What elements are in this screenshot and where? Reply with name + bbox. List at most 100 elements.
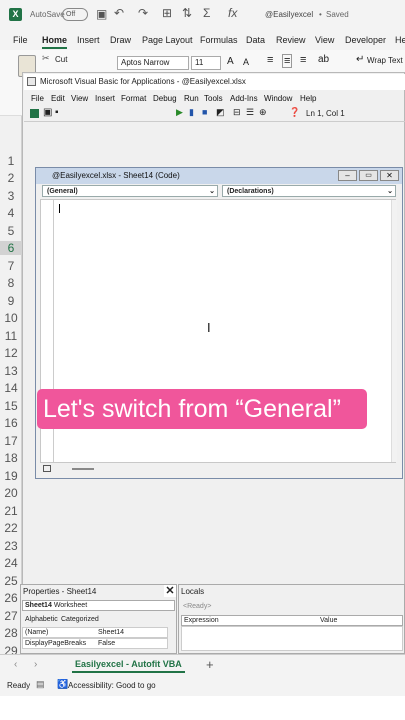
row-number[interactable]: 3	[0, 189, 22, 203]
wrap-text-label[interactable]: Wrap Text	[367, 56, 403, 65]
redo-icon[interactable]: ↷	[138, 6, 148, 20]
row-number[interactable]: 1	[0, 154, 22, 168]
decrease-font-icon[interactable]: A	[243, 57, 249, 67]
column-value[interactable]: Value	[320, 616, 337, 625]
undo-icon[interactable]: ↶	[114, 6, 124, 20]
cut-icon[interactable]: ✂	[42, 53, 50, 64]
property-row[interactable]: DisplayPageBreaks False	[22, 638, 168, 649]
vertical-scrollbar[interactable]	[391, 200, 397, 462]
menu-run[interactable]: Run	[184, 94, 199, 103]
row-number[interactable]: 28	[0, 626, 22, 640]
autosave-toggle[interactable]: Off	[62, 8, 88, 21]
accessibility-status[interactable]: Accessibility: Good to go	[68, 681, 156, 690]
object-dropdown[interactable]: (General) ⌄	[42, 185, 218, 197]
excel-view-icon[interactable]	[30, 109, 39, 118]
tab-draw[interactable]: Draw	[110, 35, 131, 45]
row-number[interactable]: 9	[0, 294, 22, 308]
help-icon[interactable]: ❓	[289, 107, 300, 118]
font-name-select[interactable]: Aptos Narrow	[117, 56, 189, 70]
row-number[interactable]: 26	[0, 591, 22, 605]
align-bottom-icon[interactable]: ≡	[300, 54, 306, 66]
close-button[interactable]: ✕	[380, 170, 399, 181]
menu-tools[interactable]: Tools	[204, 94, 223, 103]
minimize-button[interactable]: –	[338, 170, 357, 181]
view-toggle-icon[interactable]	[43, 465, 51, 472]
property-row[interactable]: (Name) Sheet14	[22, 627, 168, 638]
increase-font-icon[interactable]: A	[227, 56, 234, 67]
design-mode-icon[interactable]: ◩	[216, 107, 225, 118]
tab-developer[interactable]: Developer	[345, 35, 386, 45]
macro-record-icon[interactable]: ▤	[36, 679, 45, 690]
align-middle-icon[interactable]: ≡	[282, 54, 293, 68]
orientation-icon[interactable]: ab	[318, 54, 329, 65]
row-number[interactable]: 8	[0, 276, 22, 290]
procedure-dropdown[interactable]: (Declarations) ⌄	[222, 185, 396, 197]
project-explorer-icon[interactable]: ⊟	[233, 107, 241, 118]
cut-label[interactable]: Cut	[55, 55, 67, 64]
sum-icon[interactable]: Σ	[203, 6, 210, 20]
tab-file[interactable]: File	[13, 35, 28, 45]
row-number[interactable]: 27	[0, 609, 22, 623]
row-number[interactable]: 13	[0, 364, 22, 378]
row-number[interactable]: 10	[0, 311, 22, 325]
add-sheet-icon[interactable]: +	[206, 657, 214, 672]
tab-page-layout[interactable]: Page Layout	[142, 35, 193, 45]
wrap-text-icon[interactable]: ↵	[356, 54, 364, 65]
grid-icon[interactable]: ⊞	[162, 6, 172, 20]
font-size-select[interactable]: 11	[191, 56, 221, 70]
menu-edit[interactable]: Edit	[51, 94, 65, 103]
row-number[interactable]: 2	[0, 171, 22, 185]
tab-alphabetic[interactable]: Alphabetic	[25, 616, 58, 623]
menu-help[interactable]: Help	[300, 94, 316, 103]
object-browser-icon[interactable]: ⊕	[259, 107, 267, 118]
row-number[interactable]: 14	[0, 381, 22, 395]
sheet-tab-active[interactable]: Easilyexcel - Autofit VBA	[72, 659, 185, 673]
save-icon[interactable]: ▣	[96, 7, 107, 21]
properties-icon[interactable]: ☰	[246, 107, 254, 118]
menu-insert[interactable]: Insert	[95, 94, 115, 103]
sort-icon[interactable]: ⇅	[182, 6, 192, 20]
row-number[interactable]: 20	[0, 486, 22, 500]
save-icon[interactable]: ▪	[55, 107, 59, 118]
next-sheet-icon[interactable]: ›	[34, 659, 37, 670]
menu-debug[interactable]: Debug	[153, 94, 177, 103]
row-number[interactable]: 5	[0, 224, 22, 238]
menu-window[interactable]: Window	[264, 94, 292, 103]
row-number[interactable]: 24	[0, 556, 22, 570]
row-number[interactable]: 23	[0, 539, 22, 553]
row-number[interactable]: 4	[0, 206, 22, 220]
tab-view[interactable]: View	[315, 35, 334, 45]
row-number-selected[interactable]: 6	[0, 241, 22, 255]
row-number[interactable]: 16	[0, 416, 22, 430]
break-icon[interactable]: ▮	[189, 107, 194, 118]
menu-file[interactable]: File	[31, 94, 44, 103]
horizontal-scrollbar[interactable]	[72, 468, 94, 470]
align-top-icon[interactable]: ≡	[267, 54, 273, 66]
tab-help[interactable]: He	[395, 35, 405, 45]
row-number[interactable]: 18	[0, 451, 22, 465]
tab-categorized[interactable]: Categorized	[61, 616, 99, 623]
run-icon[interactable]: ▶	[176, 107, 183, 118]
menu-format[interactable]: Format	[121, 94, 146, 103]
properties-close-button[interactable]: ✕	[164, 585, 176, 597]
row-number[interactable]: 7	[0, 259, 22, 273]
tab-home[interactable]: Home	[42, 35, 68, 49]
row-number[interactable]: 21	[0, 504, 22, 518]
row-number[interactable]: 11	[0, 329, 22, 343]
row-number[interactable]: 15	[0, 399, 22, 413]
prev-sheet-icon[interactable]: ‹	[14, 659, 17, 670]
tab-review[interactable]: Review	[276, 35, 306, 45]
row-number[interactable]: 25	[0, 574, 22, 588]
row-number[interactable]: 17	[0, 434, 22, 448]
row-number[interactable]: 22	[0, 521, 22, 535]
row-number[interactable]: 19	[0, 469, 22, 483]
tab-data[interactable]: Data	[246, 35, 265, 45]
column-expression[interactable]: Expression	[184, 616, 219, 625]
function-icon[interactable]: fx	[228, 6, 237, 20]
tab-insert[interactable]: Insert	[77, 35, 100, 45]
reset-icon[interactable]: ■	[202, 107, 207, 117]
row-number[interactable]: 12	[0, 346, 22, 360]
menu-view[interactable]: View	[71, 94, 88, 103]
object-select[interactable]: Sheet14 Worksheet	[22, 600, 175, 611]
insert-module-icon[interactable]: ▣	[43, 107, 52, 118]
